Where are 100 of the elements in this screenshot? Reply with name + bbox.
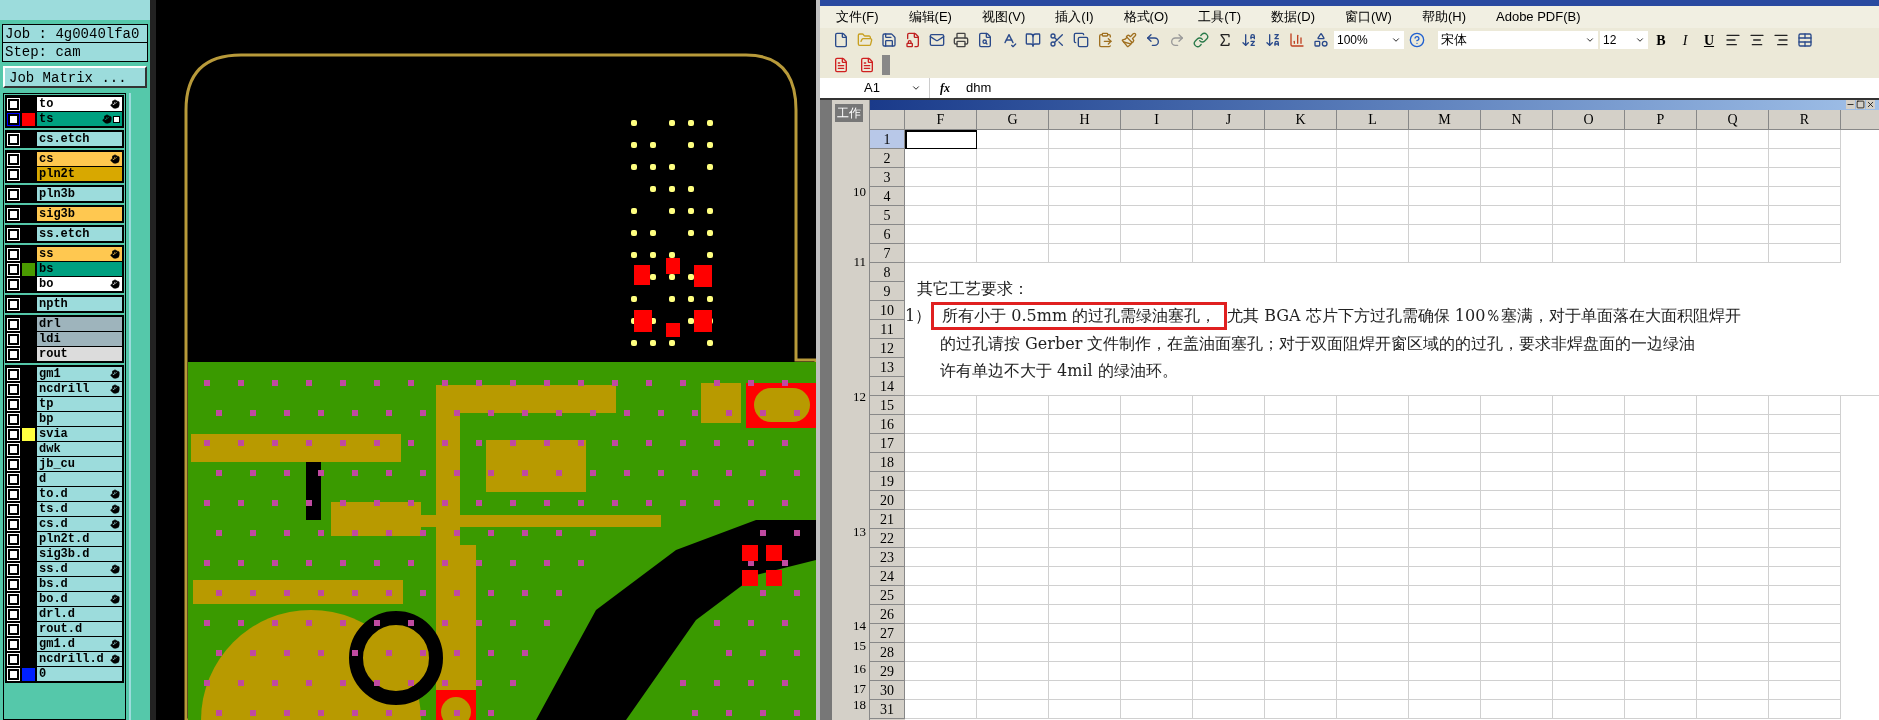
layer-checkbox[interactable] [8, 113, 19, 125]
font-size-select[interactable]: 12 [1600, 31, 1648, 49]
column-header[interactable]: Q [1697, 110, 1769, 129]
layer-name[interactable]: pln2t.d [37, 532, 122, 546]
layer-name[interactable]: drl.d [37, 607, 122, 621]
layer-checkbox[interactable] [8, 548, 19, 560]
layer-name[interactable]: bs [37, 262, 122, 276]
job-matrix-button[interactable]: Job Matrix ... [3, 66, 147, 88]
layer-name[interactable]: bp [37, 412, 122, 426]
layer-name[interactable]: cs.etch [37, 132, 122, 146]
layer-checkbox[interactable] [8, 578, 19, 590]
layer-checkbox[interactable] [8, 428, 19, 440]
column-header[interactable]: J [1193, 110, 1265, 129]
layer-checkbox[interactable] [8, 318, 19, 330]
layer-checkbox[interactable] [8, 278, 19, 290]
layer-name[interactable]: ncdrill [37, 382, 122, 396]
layer-name[interactable]: ldi [37, 332, 122, 346]
layer-checkbox[interactable] [8, 413, 19, 425]
formula-field[interactable]: dhm [960, 78, 1879, 98]
layer-name[interactable]: rout.d [37, 622, 122, 636]
column-header[interactable]: L [1337, 110, 1409, 129]
column-header[interactable]: O [1553, 110, 1625, 129]
layer-name[interactable]: bs.d [37, 577, 122, 591]
italic-button[interactable]: I [1674, 29, 1696, 51]
layer-checkbox[interactable] [8, 383, 19, 395]
layer-name[interactable]: ss [37, 247, 122, 261]
layer-name[interactable]: drl [37, 317, 122, 331]
layer-name[interactable]: jb_cu [37, 457, 122, 471]
column-header[interactable]: H [1049, 110, 1121, 129]
menu-item[interactable]: 插入(I) [1055, 7, 1094, 27]
layer-checkbox[interactable] [8, 443, 19, 455]
menu-item[interactable]: 窗口(W) [1345, 7, 1392, 27]
sheet-tab[interactable]: 工作 [835, 104, 863, 122]
layer-checkbox[interactable] [8, 228, 19, 240]
layer-name[interactable]: cs [37, 152, 122, 166]
row-header[interactable]: 1 [870, 130, 905, 149]
layer-checkbox[interactable] [8, 503, 19, 515]
layer-name[interactable]: ncdrill.d [37, 652, 122, 666]
layer-name[interactable]: sig3b.d [37, 547, 122, 561]
layer-checkbox[interactable] [8, 98, 19, 110]
layer-checkbox[interactable] [8, 133, 19, 145]
column-header[interactable]: M [1409, 110, 1481, 129]
menu-item[interactable]: Adobe PDF(B) [1496, 7, 1581, 27]
layer-checkbox[interactable] [8, 653, 19, 665]
layer-checkbox[interactable] [8, 398, 19, 410]
layer-checkbox[interactable] [8, 248, 19, 260]
layer-name[interactable]: bo [37, 277, 122, 291]
layer-checkbox[interactable] [8, 638, 19, 650]
function-label[interactable]: fx [930, 79, 960, 97]
layer-name[interactable]: to [37, 97, 122, 111]
layer-checkbox[interactable] [8, 563, 19, 575]
layer-checkbox[interactable] [8, 263, 19, 275]
layer-name[interactable]: ts.d [37, 502, 122, 516]
layer-name[interactable]: sig3b [37, 207, 122, 221]
menu-item[interactable]: 格式(O) [1123, 7, 1169, 27]
bold-button[interactable]: B [1650, 29, 1672, 51]
layer-checkbox[interactable] [8, 298, 19, 310]
dropdown-caret-icon[interactable] [1391, 35, 1401, 45]
layer-name[interactable]: cs.d [37, 517, 122, 531]
column-header[interactable]: I [1121, 110, 1193, 129]
layer-name[interactable]: d [37, 472, 122, 486]
layer-name[interactable]: gm1 [37, 367, 122, 381]
menu-item[interactable]: 编辑(E) [908, 7, 952, 27]
column-header[interactable]: F [905, 110, 977, 129]
column-header[interactable]: K [1265, 110, 1337, 129]
column-header[interactable]: R [1769, 110, 1841, 129]
font-select[interactable]: 宋体 [1438, 31, 1598, 49]
layer-name[interactable]: ts [37, 112, 122, 126]
layer-name[interactable]: bo.d [37, 592, 122, 606]
layer-name[interactable]: npth [37, 297, 122, 311]
close-icon[interactable] [1866, 100, 1875, 109]
restore-icon[interactable] [1856, 100, 1865, 109]
column-header[interactable]: G [977, 110, 1049, 129]
minimize-icon[interactable] [1846, 100, 1855, 109]
layer-checkbox[interactable] [8, 488, 19, 500]
layer-checkbox[interactable] [8, 333, 19, 345]
column-header[interactable]: N [1481, 110, 1553, 129]
layer-checkbox[interactable] [8, 458, 19, 470]
menu-item[interactable]: 文件(F) [836, 7, 879, 27]
zoom-select[interactable]: 100% [1334, 31, 1404, 49]
layer-checkbox[interactable] [8, 473, 19, 485]
layer-name[interactable]: ss.d [37, 562, 122, 576]
name-box[interactable]: A1 [820, 78, 930, 98]
layer-checkbox[interactable] [8, 153, 19, 165]
layer-checkbox[interactable] [8, 188, 19, 200]
layer-checkbox[interactable] [8, 348, 19, 360]
layer-checkbox[interactable] [8, 533, 19, 545]
layer-name[interactable]: gm1.d [37, 637, 122, 651]
layer-checkbox[interactable] [8, 208, 19, 220]
column-header[interactable]: P [1625, 110, 1697, 129]
layer-checkbox[interactable] [8, 518, 19, 530]
layer-checkbox[interactable] [8, 368, 19, 380]
layer-checkbox[interactable] [8, 168, 19, 180]
underline-button[interactable]: U [1698, 29, 1720, 51]
layer-name[interactable]: dwk [37, 442, 122, 456]
dropdown-caret-icon[interactable] [911, 83, 921, 93]
layer-name[interactable]: ss.etch [37, 227, 122, 241]
layer-checkbox[interactable] [8, 668, 19, 680]
cell[interactable] [905, 130, 977, 149]
menu-item[interactable]: 工具(T) [1198, 7, 1241, 27]
